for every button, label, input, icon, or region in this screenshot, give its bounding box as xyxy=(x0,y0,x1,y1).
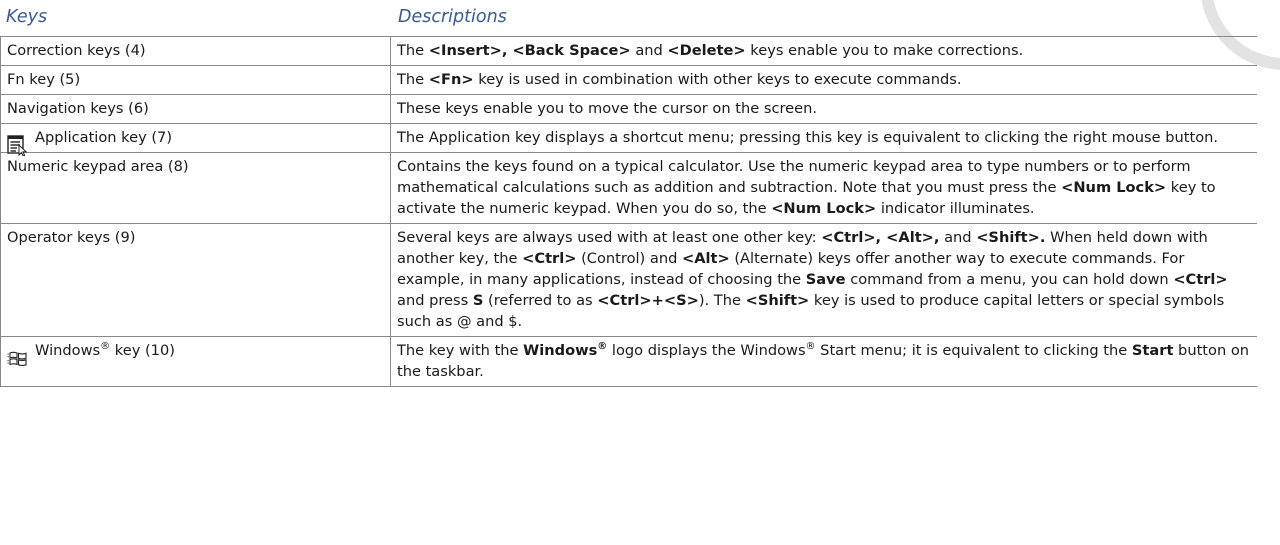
key-with-icon: Windows® key (10) xyxy=(7,340,384,361)
key-reference: <Num Lock> xyxy=(771,200,877,217)
description-text: keys enable you to make corrections. xyxy=(745,42,1024,59)
description-text: ). The xyxy=(698,292,746,309)
description-text: ® xyxy=(805,341,816,353)
key-reference: <Ctrl>+<S> xyxy=(597,292,699,309)
key-reference: ® xyxy=(597,341,608,353)
description-cell: The <Fn> key is used in combination with… xyxy=(390,65,1257,95)
manual-page: Keys Descriptions Correction keys (4) The… xyxy=(0,0,1280,545)
key-name: Fn key (5) xyxy=(7,71,81,88)
table-row: Application key (7) The Application key d… xyxy=(0,123,1257,153)
key-cell: Correction keys (4) xyxy=(0,36,391,66)
description-cell: The Application key displays a shortcut … xyxy=(390,123,1257,153)
table-row: Navigation keys (6) These keys enable you… xyxy=(0,94,1257,124)
description-text: The key with the xyxy=(397,342,524,359)
description-text: command from a menu, you can hold down xyxy=(845,271,1174,288)
key-reference: <Ctrl>, <Alt>, xyxy=(821,229,940,246)
key-reference: <Num Lock> xyxy=(1061,179,1167,196)
description-cell: These keys enable you to move the cursor… xyxy=(390,94,1257,124)
key-cell: Fn key (5) xyxy=(0,65,391,95)
description-text: Several keys are always used with at lea… xyxy=(397,229,822,246)
key-name: Operator keys (9) xyxy=(7,229,136,246)
description-text: Start menu; it is equivalent to clicking… xyxy=(815,342,1132,359)
description-cell: The key with the Windows® logo displays … xyxy=(390,336,1257,387)
key-reference: <Alt> xyxy=(681,250,730,267)
key-reference: S xyxy=(472,292,484,309)
key-name: Navigation keys (6) xyxy=(7,100,149,117)
description-cell: Several keys are always used with at lea… xyxy=(390,223,1257,337)
description-text: and xyxy=(630,42,668,59)
windows-logo-icon xyxy=(7,347,29,369)
key-name: Windows xyxy=(35,342,101,359)
key-reference: <Ctrl> xyxy=(1173,271,1228,288)
description-text: The xyxy=(397,71,429,88)
key-reference: <Shift>. xyxy=(976,229,1046,246)
key-cell: Operator keys (9) xyxy=(0,223,391,337)
key-cell: Navigation keys (6) xyxy=(0,94,391,124)
keys-table: Correction keys (4) The <Insert>, <Back S… xyxy=(0,36,1257,387)
table-row: Operator keys (9) Several keys are always… xyxy=(0,223,1257,337)
table-row: Fn key (5) The <Fn> key is used in combin… xyxy=(0,65,1257,95)
key-cell: Windows® key (10) xyxy=(0,336,391,387)
key-reference: <Ctrl> xyxy=(522,250,577,267)
description-text: key is used in combination with other ke… xyxy=(473,71,962,88)
keys-table-body: Correction keys (4) The <Insert>, <Back S… xyxy=(0,36,1257,387)
description-text: (Control) and xyxy=(576,250,682,267)
key-reference: Start xyxy=(1131,342,1174,359)
description-text: (referred to as xyxy=(483,292,598,309)
description-cell: The <Insert>, <Back Space> and <Delete> … xyxy=(390,36,1257,66)
description-text: These keys enable you to move the cursor… xyxy=(397,100,817,117)
key-reference: Windows xyxy=(523,342,598,359)
key-name-suffix: key (10) xyxy=(110,342,175,359)
key-name: Application key (7) xyxy=(35,129,173,146)
key-name: Correction keys (4) xyxy=(7,42,146,59)
application-key-icon xyxy=(7,134,29,156)
description-cell: Contains the keys found on a typical cal… xyxy=(390,152,1257,224)
description-text: and xyxy=(939,229,977,246)
table-row: Numeric keypad area (8) Contains the keys… xyxy=(0,152,1257,224)
key-reference: <Shift> xyxy=(745,292,810,309)
key-reference: Save xyxy=(805,271,846,288)
keys-column-header: Keys xyxy=(6,7,48,27)
column-headers: Keys Descriptions xyxy=(0,0,1256,36)
table-row: Windows® key (10) The key with the Window… xyxy=(0,336,1257,387)
key-name: Numeric keypad area (8) xyxy=(7,158,189,175)
descriptions-column-header: Descriptions xyxy=(398,7,507,27)
description-text: logo displays the Windows xyxy=(607,342,806,359)
description-text: The xyxy=(397,42,429,59)
key-cell: Application key (7) xyxy=(0,123,391,153)
key-reference: <Delete> xyxy=(667,42,746,59)
key-reference: <Fn> xyxy=(428,71,474,88)
registered-mark: ® xyxy=(100,341,111,353)
description-text: The Application key displays a shortcut … xyxy=(397,129,1219,146)
description-text: and press xyxy=(397,292,473,309)
key-reference: <Insert>, <Back Space> xyxy=(428,42,631,59)
description-text: indicator illuminates. xyxy=(876,200,1035,217)
key-cell: Numeric keypad area (8) xyxy=(0,152,391,224)
key-with-icon: Application key (7) xyxy=(7,127,384,148)
table-row: Correction keys (4) The <Insert>, <Back S… xyxy=(0,36,1257,66)
